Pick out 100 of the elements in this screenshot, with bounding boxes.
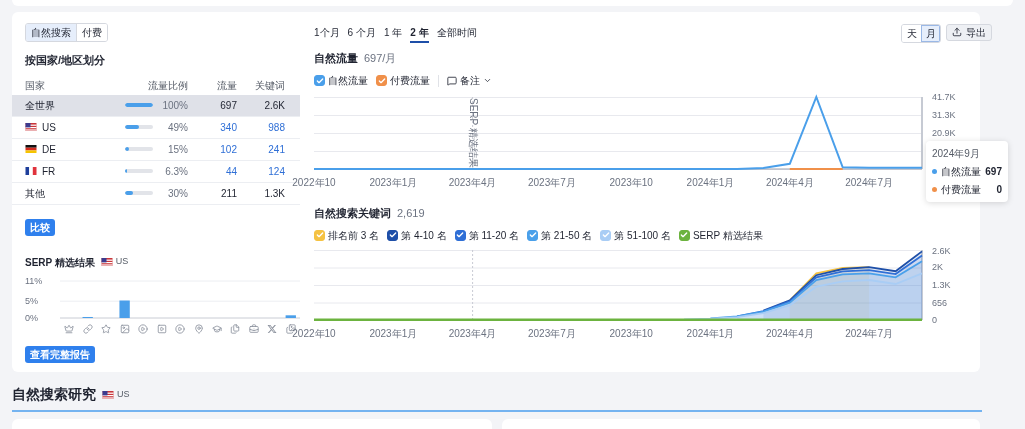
y-axis-label: 1.3K <box>932 280 951 291</box>
y-axis-label: 2K <box>932 261 943 272</box>
us-flag-icon <box>102 390 114 399</box>
column-header: 国家 <box>25 79 46 92</box>
country-row[interactable]: 全世界 100% 697 2.6K <box>12 94 300 117</box>
country-name: FR <box>42 164 56 179</box>
legend-checkbox[interactable] <box>314 75 325 86</box>
export-button[interactable]: 导出 <box>946 23 992 41</box>
traffic-value: 211 <box>220 186 237 201</box>
comment-icon <box>447 75 457 86</box>
image-icon[interactable] <box>119 323 130 334</box>
x-axis-label: 2023年10 <box>609 176 653 188</box>
country-code: US <box>117 387 130 401</box>
keywords-value[interactable]: 988 <box>237 119 285 135</box>
y-axis-label: 0% <box>25 312 38 323</box>
share-value: 30% <box>167 186 188 201</box>
legend-label: 排名前 3 名 <box>328 228 380 243</box>
granularity-tab[interactable]: 月 <box>921 24 940 42</box>
x-axis-label: 2024年7月 <box>845 176 894 188</box>
annotation-label: SERP 精选结果 <box>467 97 479 168</box>
period-tab[interactable]: 6 个月 <box>347 23 376 43</box>
y-axis-label: 11% <box>25 275 43 286</box>
x-axis-label: 2024年1月 <box>686 176 735 188</box>
keywords-value: 2.6K <box>263 98 285 113</box>
share-value: 6.3% <box>164 164 188 179</box>
play-icon[interactable] <box>175 323 186 334</box>
graduation-cap-icon[interactable] <box>212 323 222 334</box>
legend-checkbox[interactable] <box>527 229 539 241</box>
keywords-value[interactable]: 124 <box>237 163 285 179</box>
us-flag-icon <box>100 258 113 266</box>
x-axis-label: 2023年7月 <box>528 328 576 339</box>
x-axis-label: 2023年1月 <box>369 328 418 339</box>
period-tab[interactable]: 2 年 <box>410 23 429 43</box>
traffic-value: 697 <box>219 98 237 113</box>
x-axis-label: 2023年4月 <box>448 328 497 339</box>
search-type-tab[interactable]: 自然搜索 <box>26 24 76 41</box>
section-title: 按国家/地区划分 <box>24 53 107 68</box>
briefcase-icon[interactable] <box>248 323 259 334</box>
x-axis-label: 2023年10 <box>609 328 653 339</box>
country-name: US <box>42 120 56 135</box>
france-flag-icon <box>25 167 37 175</box>
country-code: US <box>115 255 129 269</box>
legend-checkbox[interactable] <box>387 229 399 241</box>
y-axis-label: 20.9K <box>932 127 956 138</box>
period-tab[interactable]: 1个月 <box>314 23 340 43</box>
document-icon[interactable] <box>230 323 241 334</box>
chart-title: 自然流量 <box>314 51 358 66</box>
video-icon[interactable] <box>156 323 167 334</box>
x-axis-label: 2024年1月 <box>686 328 735 339</box>
column-header: 流量比例 <box>147 79 188 92</box>
germany-flag-icon <box>25 145 37 153</box>
legend-label: SERP 精选结果 <box>692 228 763 243</box>
full-report-button[interactable]: 查看完整报告 <box>25 345 95 363</box>
traffic-value[interactable]: 102 <box>188 141 237 157</box>
tooltip-label: 自然流量 <box>941 164 982 179</box>
share-value: 49% <box>167 120 188 135</box>
country-name: 全世界 <box>25 98 55 113</box>
x-axis-label: 2024年4月 <box>765 176 814 188</box>
section-title: SERP 精选结果 <box>25 255 95 270</box>
notes-dropdown[interactable]: 备注 <box>447 73 492 88</box>
share-value: 15% <box>167 142 188 157</box>
x-axis-label: 2024年7月 <box>845 328 894 339</box>
chart-value: 697/月 <box>364 51 397 66</box>
play-icon[interactable] <box>138 323 149 334</box>
column-header: 关键词 <box>254 79 285 92</box>
legend-checkbox[interactable] <box>678 229 690 241</box>
legend-checkbox[interactable] <box>376 75 387 86</box>
y-axis-label: 5% <box>25 295 38 306</box>
legend-label: 第 51-100 名 <box>614 228 671 243</box>
traffic-value[interactable]: 340 <box>188 119 237 135</box>
y-axis-label: 2.6K <box>932 245 951 256</box>
tooltip-value: 0 <box>996 182 1002 197</box>
y-axis-label: 31.3K <box>932 109 956 120</box>
map-pin-icon[interactable] <box>193 323 204 334</box>
legend-label: 付费流量 <box>390 74 430 88</box>
y-axis-label: 0 <box>932 315 937 325</box>
legend-checkbox[interactable] <box>454 229 466 241</box>
bar <box>285 314 296 318</box>
y-axis-label: 656 <box>932 297 948 308</box>
x-logo-icon[interactable] <box>267 323 278 334</box>
link-icon[interactable] <box>82 323 93 334</box>
star-icon[interactable] <box>101 323 112 334</box>
keywords-value[interactable]: 241 <box>237 141 285 157</box>
period-tab[interactable]: 全部时间 <box>436 23 477 43</box>
country-name: 其他 <box>25 186 45 201</box>
x-axis-label: 2023年1月 <box>369 176 418 188</box>
compare-button[interactable]: 比较 <box>25 218 55 236</box>
search-type-tab[interactable]: 付费 <box>76 24 107 41</box>
x-axis-label: 2024年4月 <box>765 328 814 339</box>
tooltip-value: 697 <box>985 164 1002 179</box>
chevron-down-icon <box>483 76 492 85</box>
period-tab[interactable]: 1 年 <box>383 23 403 43</box>
column-header: 流量 <box>216 79 237 92</box>
legend-label: 第 11-20 名 <box>468 228 520 243</box>
share-value: 100% <box>161 98 188 113</box>
traffic-value[interactable]: 44 <box>188 163 237 179</box>
bar <box>119 300 130 318</box>
keywords-value: 1.3K <box>263 186 285 201</box>
x-axis-label: 2023年4月 <box>448 176 497 188</box>
crown-icon[interactable] <box>64 323 75 334</box>
